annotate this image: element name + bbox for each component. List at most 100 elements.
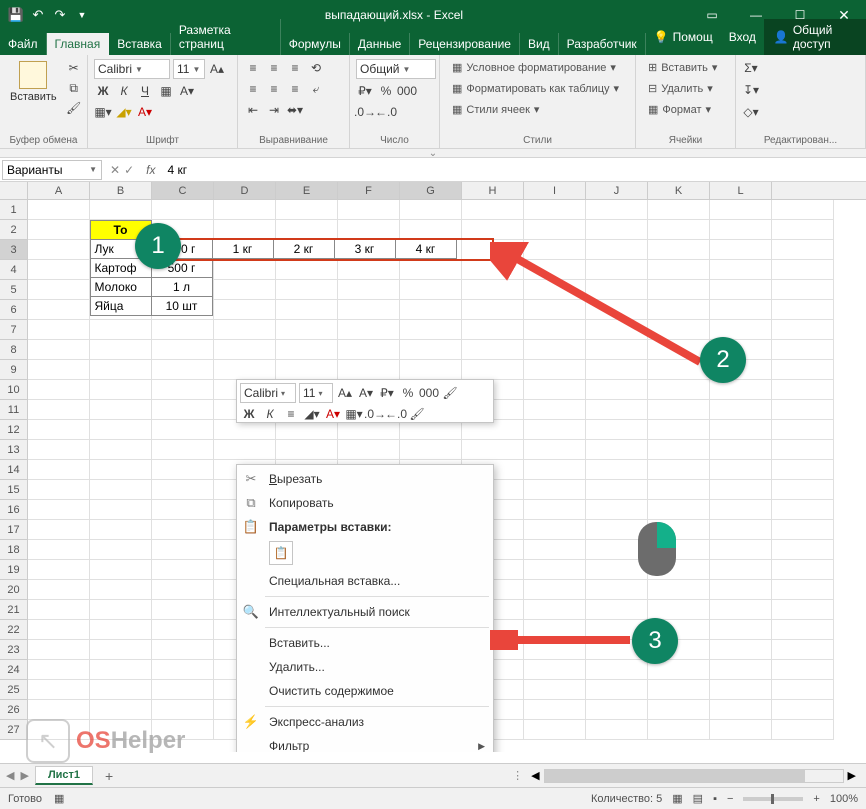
row-header[interactable]: 24	[0, 660, 28, 680]
cell[interactable]	[462, 340, 524, 360]
cell[interactable]	[648, 260, 710, 280]
cell[interactable]	[90, 480, 152, 500]
cell[interactable]	[710, 720, 772, 740]
cell[interactable]	[152, 420, 214, 440]
cell[interactable]	[152, 500, 214, 520]
cell[interactable]	[586, 300, 648, 320]
font-size-combo[interactable]: 11▼	[173, 59, 205, 79]
cell[interactable]	[772, 200, 834, 220]
row-header[interactable]: 2	[0, 220, 28, 240]
cell[interactable]	[400, 340, 462, 360]
cell[interactable]	[772, 320, 834, 340]
cell[interactable]	[524, 240, 586, 260]
cell[interactable]	[772, 340, 834, 360]
cell[interactable]	[772, 360, 834, 380]
cell[interactable]	[90, 520, 152, 540]
cell[interactable]	[524, 640, 586, 660]
conditional-formatting-button[interactable]: ▦ Условное форматирование ▾	[446, 59, 629, 76]
mini-grow-icon[interactable]: A▴	[336, 384, 354, 402]
ctx-delete[interactable]: Удалить...	[237, 655, 493, 679]
tab-review[interactable]: Рецензирование	[410, 33, 520, 55]
cell[interactable]	[90, 700, 152, 720]
cell[interactable]	[90, 660, 152, 680]
row-header[interactable]: 27	[0, 720, 28, 740]
row-header[interactable]: 13	[0, 440, 28, 460]
cell[interactable]	[648, 420, 710, 440]
autosum-icon[interactable]: Σ▾	[742, 59, 760, 77]
cell[interactable]	[28, 260, 90, 280]
cell[interactable]	[772, 600, 834, 620]
macro-record-icon[interactable]: ▦	[54, 792, 64, 805]
row-header[interactable]: 14	[0, 460, 28, 480]
cell[interactable]	[586, 700, 648, 720]
cell[interactable]	[772, 560, 834, 580]
cell[interactable]	[586, 440, 648, 460]
col-header[interactable]: B	[90, 182, 152, 199]
cell[interactable]	[586, 280, 648, 300]
cell[interactable]	[772, 240, 834, 260]
cell[interactable]	[152, 560, 214, 580]
cell[interactable]	[648, 440, 710, 460]
increase-indent-icon[interactable]: ⇥	[265, 101, 283, 119]
undo-icon[interactable]: ↶	[30, 7, 46, 23]
cell[interactable]	[152, 400, 214, 420]
fill-color-icon[interactable]: ◢▾	[115, 103, 133, 121]
cell[interactable]	[152, 640, 214, 660]
cell[interactable]	[152, 360, 214, 380]
cell[interactable]	[28, 700, 90, 720]
row-header[interactable]: 18	[0, 540, 28, 560]
cell[interactable]	[586, 380, 648, 400]
merge-icon[interactable]: ⬌▾	[286, 101, 304, 119]
cell[interactable]	[524, 220, 586, 240]
cell[interactable]	[90, 460, 152, 480]
cell[interactable]	[772, 540, 834, 560]
table-cell[interactable]: 1 кг	[212, 239, 274, 259]
name-box[interactable]: Варианты▼	[2, 160, 102, 180]
ctx-smart-lookup[interactable]: 🔍Интеллектуальный поиск	[237, 600, 493, 624]
cell[interactable]	[462, 420, 524, 440]
fx-icon[interactable]: fx	[140, 163, 161, 177]
row-header[interactable]: 11	[0, 400, 28, 420]
table-cell[interactable]: Молоко	[90, 277, 152, 297]
row-header[interactable]: 21	[0, 600, 28, 620]
sign-in[interactable]: Вход	[721, 19, 764, 55]
cell[interactable]	[772, 460, 834, 480]
cell[interactable]	[28, 460, 90, 480]
cell[interactable]	[586, 200, 648, 220]
cell[interactable]	[710, 580, 772, 600]
delete-cells-button[interactable]: ⊟ Удалить ▾	[642, 80, 729, 97]
cell[interactable]	[462, 200, 524, 220]
cell[interactable]	[338, 360, 400, 380]
mini-percent-icon[interactable]: %	[399, 384, 417, 402]
cell[interactable]	[648, 500, 710, 520]
cell[interactable]	[152, 340, 214, 360]
cell[interactable]	[524, 600, 586, 620]
cell[interactable]	[28, 360, 90, 380]
cell[interactable]	[648, 480, 710, 500]
cell[interactable]	[710, 700, 772, 720]
cell[interactable]	[710, 280, 772, 300]
cell[interactable]	[276, 200, 338, 220]
cell[interactable]	[772, 500, 834, 520]
save-icon[interactable]: 💾	[8, 7, 24, 23]
cell[interactable]	[152, 380, 214, 400]
mini-currency-icon[interactable]: ₽▾	[378, 384, 396, 402]
cell[interactable]	[772, 440, 834, 460]
cell[interactable]	[710, 680, 772, 700]
cell[interactable]	[276, 320, 338, 340]
cell[interactable]	[710, 260, 772, 280]
cell[interactable]	[400, 320, 462, 340]
tab-formulas[interactable]: Формулы	[281, 33, 350, 55]
cell[interactable]	[586, 420, 648, 440]
cell[interactable]	[28, 380, 90, 400]
align-top-icon[interactable]: ≡	[244, 59, 262, 77]
cell[interactable]	[586, 220, 648, 240]
cell[interactable]	[400, 360, 462, 380]
cell[interactable]	[586, 660, 648, 680]
cell[interactable]	[772, 400, 834, 420]
cell[interactable]	[90, 400, 152, 420]
row-header[interactable]: 25	[0, 680, 28, 700]
cell-styles-button[interactable]: ▦ Стили ячеек ▾	[446, 101, 629, 118]
row-header[interactable]: 22	[0, 620, 28, 640]
row-header[interactable]: 17	[0, 520, 28, 540]
